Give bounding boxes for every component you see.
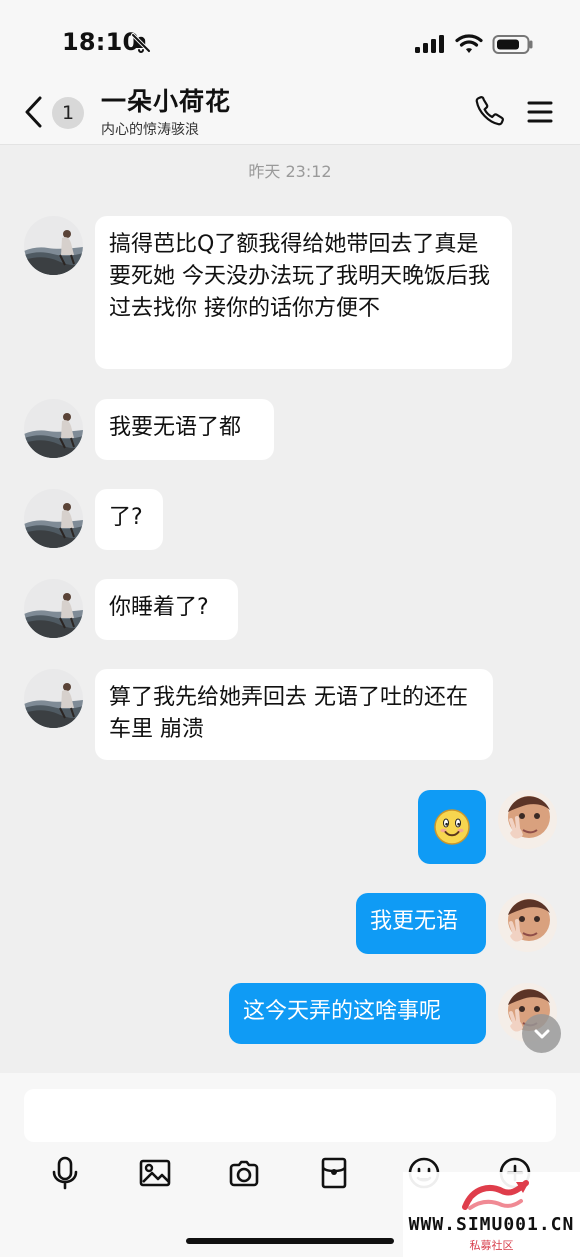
signal-icon <box>415 35 444 53</box>
contact-avatar[interactable] <box>24 669 83 728</box>
contact-avatar[interactable] <box>24 216 83 275</box>
chevron-down-icon <box>534 1029 549 1038</box>
contact-avatar[interactable] <box>24 399 83 458</box>
incoming-message[interactable]: 你睡着了? <box>95 579 238 640</box>
red-packet-icon[interactable] <box>316 1155 352 1191</box>
contact-signature: 内心的惊涛骇浪 <box>101 122 199 138</box>
bell-off-icon <box>131 33 151 53</box>
battery-icon <box>492 35 533 54</box>
own-avatar[interactable] <box>498 790 557 849</box>
own-avatar[interactable] <box>498 893 557 952</box>
scroll-to-bottom-button[interactable] <box>522 1014 561 1053</box>
wifi-icon <box>455 34 483 53</box>
contact-avatar[interactable] <box>24 489 83 548</box>
status-bar: 18:10 <box>0 0 580 82</box>
camera-icon[interactable] <box>226 1155 262 1191</box>
watermark-subtitle: 私募社区 <box>469 1239 514 1252</box>
image-icon[interactable] <box>137 1155 173 1191</box>
watermark: WWW.SIMU001.CN 私募社区 <box>403 1172 580 1257</box>
smile-emoji-icon <box>418 790 486 864</box>
incoming-message[interactable]: 了? <box>95 489 163 550</box>
message-timestamp: 昨天 23:12 <box>248 162 332 181</box>
incoming-message[interactable]: 算了我先给她弄回去 无语了吐的还在车里 崩溃 <box>95 669 493 760</box>
menu-icon[interactable] <box>526 98 554 126</box>
outgoing-message[interactable]: 我更无语 <box>356 893 486 954</box>
chat-screen: 18:10 1 一朵小荷花 内心的惊涛骇浪 昨天 23:12 搞得芭比Q了额我得… <box>0 0 580 1257</box>
watermark-domain: WWW.SIMU001.CN <box>408 1214 575 1235</box>
phone-icon[interactable] <box>474 96 505 127</box>
chevron-left-icon[interactable] <box>22 94 44 130</box>
message-input[interactable] <box>24 1089 556 1142</box>
simu-logo-icon <box>462 1180 529 1210</box>
microphone-icon[interactable] <box>47 1155 83 1191</box>
incoming-message[interactable]: 我要无语了都 <box>95 399 274 460</box>
outgoing-emoji-message[interactable] <box>418 790 486 864</box>
unread-count-badge[interactable]: 1 <box>52 97 84 129</box>
incoming-message[interactable]: 搞得芭比Q了额我得给她带回去了真是要死她 今天没办法玩了我明天晚饭后我过去找你 … <box>95 216 512 369</box>
outgoing-message[interactable]: 这今天弄的这啥事呢 <box>229 983 486 1044</box>
chat-header: 1 一朵小荷花 内心的惊涛骇浪 <box>0 82 580 145</box>
contact-name[interactable]: 一朵小荷花 <box>101 82 231 118</box>
home-indicator <box>186 1238 394 1244</box>
status-time: 18:10 <box>62 28 140 56</box>
contact-avatar[interactable] <box>24 579 83 638</box>
